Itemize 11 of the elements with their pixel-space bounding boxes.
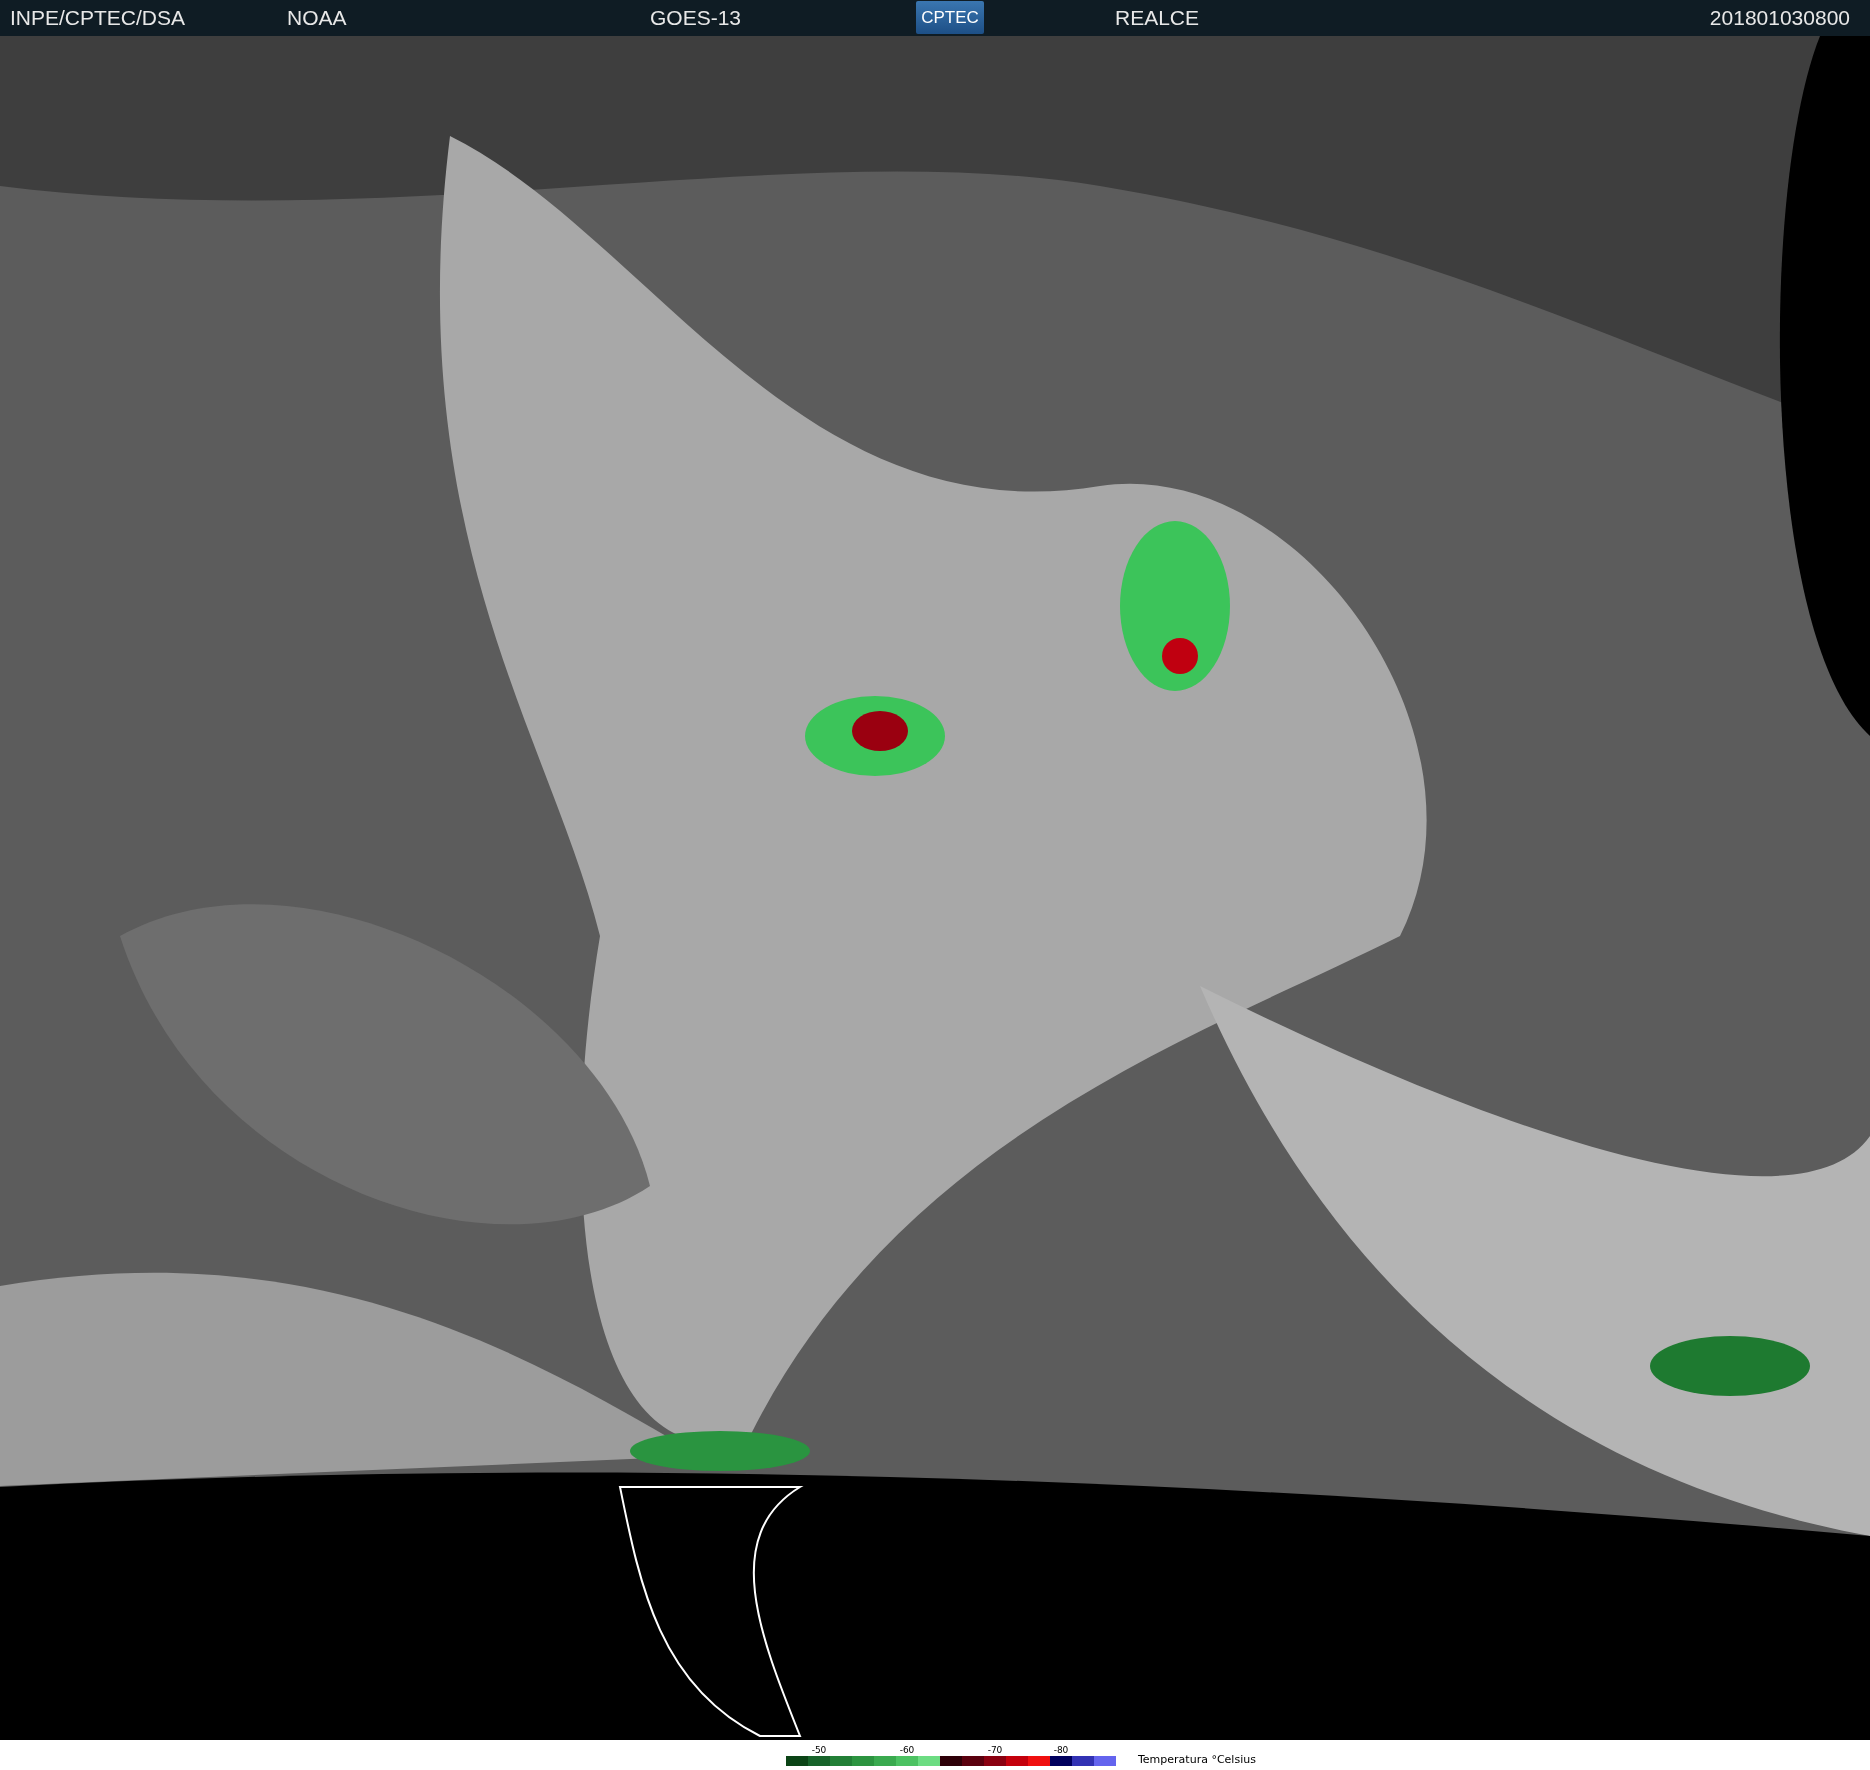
header-label: 201801030800 (1709, 6, 1850, 30)
legend-title: Temperatura °Celsius (1138, 1753, 1256, 1766)
header-label: NOAA (287, 6, 347, 30)
logo: CPTEC (916, 1, 984, 34)
tick-label: -50 (811, 1744, 827, 1756)
tick-label: -60 (899, 1744, 915, 1756)
header-label: GOES-13 (650, 6, 742, 30)
header-label: REALCE (1115, 6, 1200, 30)
tick-label: -70 (987, 1744, 1003, 1756)
tick-label: -80 (1053, 1744, 1069, 1756)
header-label: INPE/CPTEC/DSA (10, 6, 186, 30)
